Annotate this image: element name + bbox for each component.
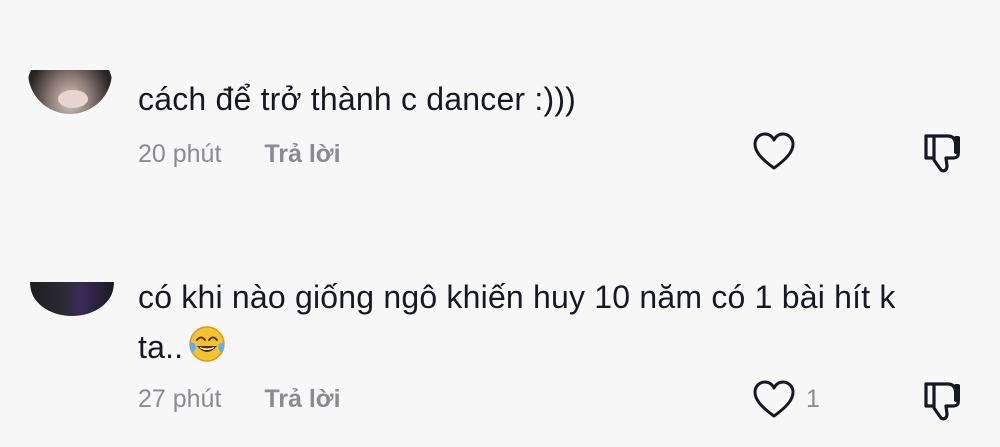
face-with-tears-of-joy <box>187 324 227 364</box>
comments-panel: cách để trở thành c dancer :))) 20 phút … <box>0 0 1000 447</box>
thumbs-down-icon <box>924 134 960 173</box>
like-button[interactable] <box>752 380 796 420</box>
dislike-button[interactable] <box>920 378 966 424</box>
dislike-button[interactable] <box>920 130 966 176</box>
like-count: 1 <box>806 385 820 413</box>
comment-text-body: có khi nào giống ngô khiến huy 10 năm có… <box>138 279 896 365</box>
heart-icon <box>753 380 795 418</box>
comment-meta: 20 phút Trả lời <box>138 140 341 169</box>
comment-time: 27 phút <box>138 385 222 413</box>
heart-icon <box>753 132 795 170</box>
avatar[interactable] <box>30 282 114 316</box>
comment-text: cách để trở thành c dancer :))) <box>138 81 577 117</box>
thumbs-down-icon <box>924 382 960 421</box>
comment-time: 20 phút <box>138 140 222 168</box>
reply-button[interactable]: Trả lời <box>264 140 340 169</box>
comment-item: cách để trở thành c dancer :))) 20 phút … <box>0 50 1000 200</box>
comment-item: có khi nào giống ngô khiến huy 10 năm có… <box>0 250 1000 447</box>
reply-button[interactable]: Trả lời <box>264 385 340 414</box>
comment-text: có khi nào giống ngô khiến huy 10 năm có… <box>138 272 898 372</box>
like-button[interactable] <box>752 132 796 172</box>
comment-meta: 27 phút Trả lời <box>138 385 341 414</box>
avatar[interactable] <box>28 70 112 114</box>
